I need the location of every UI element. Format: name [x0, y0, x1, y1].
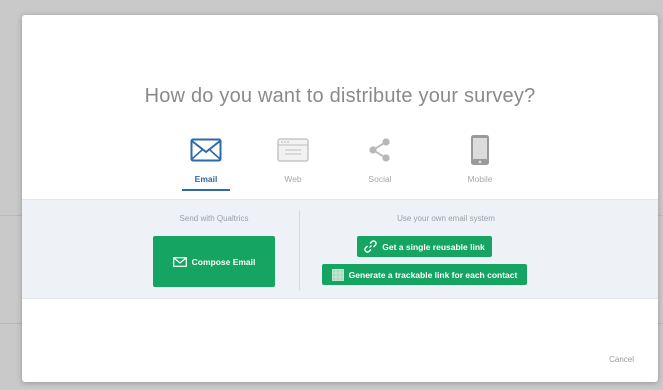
- tab-web[interactable]: Web: [261, 132, 325, 184]
- envelope-icon: [190, 138, 222, 162]
- tab-mobile-label: Mobile: [467, 174, 493, 184]
- column-divider: [299, 210, 300, 290]
- send-with-qualtrics-heading: Send with Qualtrics: [179, 214, 249, 223]
- compose-email-button[interactable]: Compose Email: [153, 236, 275, 287]
- share-icon: [369, 138, 390, 162]
- tab-email-label: Email: [194, 174, 218, 184]
- tab-social[interactable]: Social: [348, 132, 412, 184]
- single-reusable-link-button[interactable]: Get a single reusable link: [357, 236, 492, 257]
- mobile-phone-icon: [471, 135, 489, 165]
- tab-social-label: Social: [368, 174, 392, 184]
- distribution-options-panel: Send with Qualtrics Compose Email Use yo…: [22, 199, 658, 299]
- single-reusable-link-label: Get a single reusable link: [382, 241, 485, 252]
- active-tab-indicator: [182, 189, 230, 191]
- tab-email[interactable]: Email: [174, 132, 238, 191]
- own-email-system-heading: Use your own email system: [397, 214, 495, 223]
- tab-web-label: Web: [284, 174, 302, 184]
- link-icon: [364, 240, 377, 253]
- table-icon: [331, 268, 344, 281]
- envelope-icon: [172, 256, 187, 267]
- trackable-link-label: Generate a trackable link for each conta…: [348, 269, 518, 280]
- browser-window-icon: [277, 138, 309, 162]
- modal-title: How do you want to distribute your surve…: [144, 85, 536, 107]
- cancel-button[interactable]: Cancel: [609, 355, 634, 364]
- tab-mobile[interactable]: Mobile: [448, 132, 512, 184]
- distribute-survey-modal: How do you want to distribute your surve…: [22, 15, 658, 382]
- compose-email-label: Compose Email: [191, 256, 256, 267]
- trackable-link-button[interactable]: Generate a trackable link for each conta…: [322, 264, 527, 285]
